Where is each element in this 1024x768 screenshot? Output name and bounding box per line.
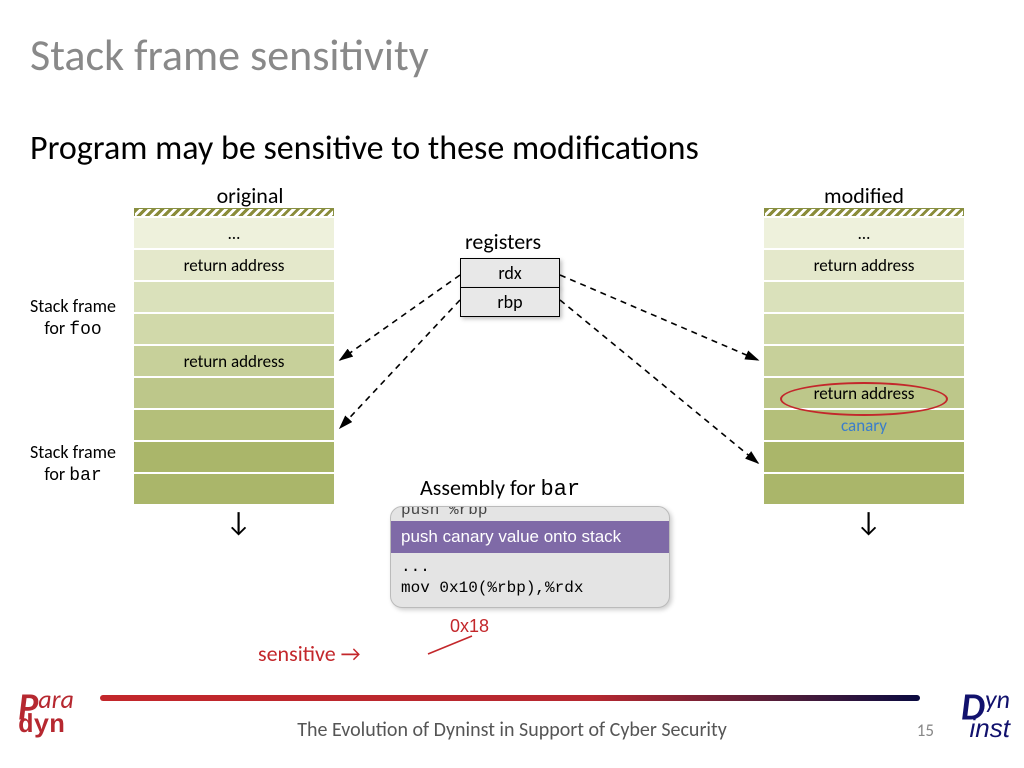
- stack-cell: return address: [764, 248, 964, 280]
- assembly-label-func: bar: [541, 477, 581, 502]
- offset-annotation: 0x18: [450, 616, 489, 637]
- stack-cell: return address: [134, 248, 334, 280]
- frame-label-foo-l1: Stack frame: [30, 295, 116, 317]
- stack-cell: [764, 440, 964, 472]
- stack-cell: …: [134, 216, 334, 248]
- column-label-modified: modified: [764, 182, 964, 209]
- stack-cell: …: [764, 216, 964, 248]
- stack-cell: [134, 472, 334, 504]
- register-cell: rdx: [460, 258, 560, 288]
- stack-cell: [764, 344, 964, 376]
- stack-cell: return address: [134, 344, 334, 376]
- assembly-peek: push %rbp: [391, 507, 669, 521]
- frame-label-bar-l2: for: [44, 463, 69, 485]
- paradyn-logo: Para dyn: [18, 688, 74, 736]
- dyninst-logo: Dyn inst: [961, 688, 1010, 740]
- stack-cell: [134, 440, 334, 472]
- assembly-label-prefix: Assembly for: [420, 474, 541, 501]
- stack-cell: [134, 312, 334, 344]
- page-number: 15: [917, 720, 934, 741]
- stack-original: … return address return address: [134, 208, 334, 504]
- stack-cell: [134, 408, 334, 440]
- sensitive-annotation: sensitive →: [258, 640, 361, 667]
- stack-cell: [764, 312, 964, 344]
- frame-label-bar-func: bar: [69, 466, 101, 486]
- column-label-original: original: [150, 182, 350, 209]
- slide-title: Stack frame sensitivity: [30, 28, 429, 82]
- stack-cell-return-address: return address: [764, 376, 964, 408]
- frame-label-foo: Stack frame for foo: [18, 296, 128, 341]
- assembly-box: push %rbp push canary value onto stack .…: [390, 506, 670, 608]
- stack-hatch: [134, 208, 334, 216]
- assembly-body: ... mov 0x10(%rbp),%rdx: [391, 553, 669, 607]
- stack-cell-canary: canary: [764, 408, 964, 440]
- assembly-label: Assembly for bar: [420, 474, 580, 502]
- down-arrow-icon: ↓: [856, 504, 881, 539]
- stack-hatch: [764, 208, 964, 216]
- stack-cell: [134, 280, 334, 312]
- slide-subtitle: Program may be sensitive to these modifi…: [30, 128, 699, 169]
- footer-text: The Evolution of Dyninst in Support of C…: [0, 718, 1024, 742]
- frame-label-bar-l1: Stack frame: [30, 441, 116, 463]
- registers-box: rdx rbp: [460, 258, 560, 317]
- canary-label: canary: [841, 415, 887, 436]
- registers-label: registers: [465, 228, 541, 255]
- frame-label-foo-l2: for: [44, 317, 69, 339]
- logo-letter: yn: [985, 683, 1010, 715]
- stack-cell: [134, 376, 334, 408]
- footer-divider: [100, 695, 920, 701]
- frame-label-foo-func: foo: [69, 320, 101, 340]
- stack-cell: [764, 472, 964, 504]
- assembly-highlight: push canary value onto stack: [391, 521, 669, 553]
- stack-modified: … return address return address canary: [764, 208, 964, 504]
- register-cell: rbp: [460, 287, 560, 317]
- assembly-line: ...: [401, 557, 659, 578]
- frame-label-bar: Stack frame for bar: [18, 442, 128, 487]
- assembly-line: mov 0x10(%rbp),%rdx: [401, 578, 659, 599]
- down-arrow-icon: ↓: [226, 504, 251, 539]
- logo-letter: dyn: [18, 714, 74, 736]
- stack-cell: [764, 280, 964, 312]
